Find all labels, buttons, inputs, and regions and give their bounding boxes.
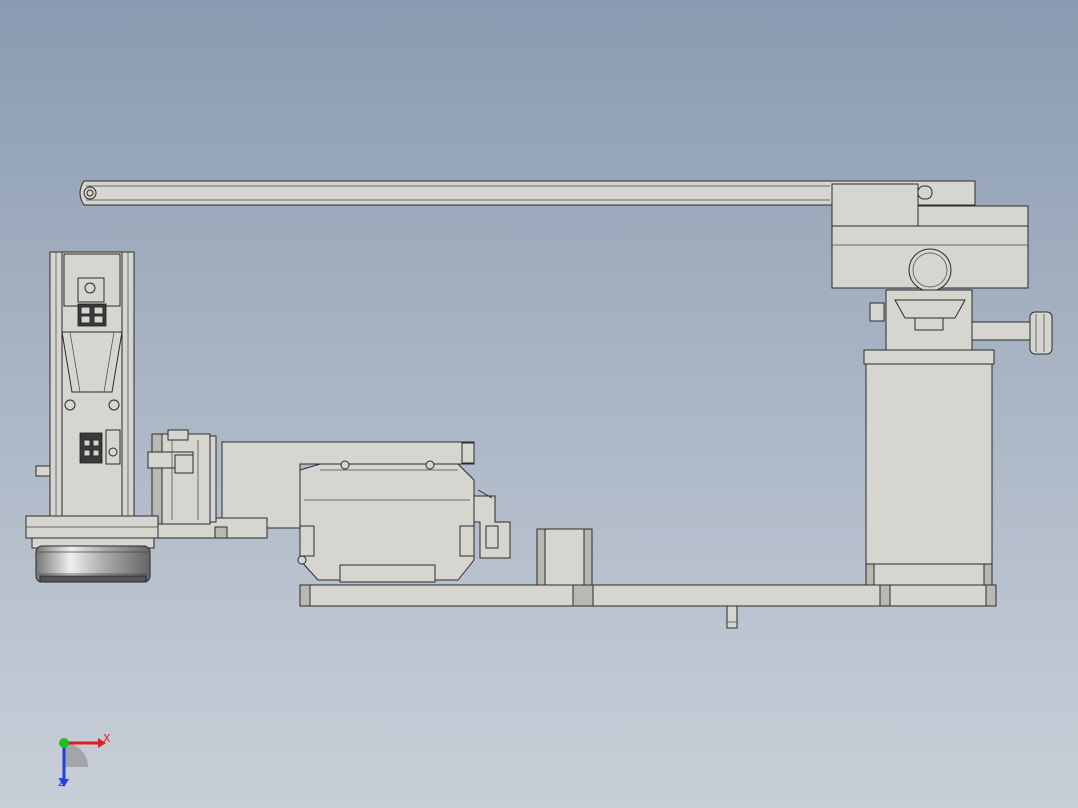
x-axis-label: X <box>103 732 111 745</box>
left-tower[interactable] <box>35 251 135 519</box>
motor-gearbox[interactable] <box>147 429 211 525</box>
model-view[interactable] <box>0 0 1078 808</box>
triad-plane-shadow <box>64 743 88 767</box>
right-column[interactable] <box>863 349 995 587</box>
center-block[interactable] <box>536 528 593 586</box>
base-plate[interactable] <box>299 584 997 629</box>
left-base[interactable] <box>25 515 159 549</box>
linear-carriage[interactable] <box>221 441 475 583</box>
z-axis-label: Z <box>58 776 66 789</box>
cad-viewport[interactable]: X Z <box>0 0 1078 808</box>
sensor-bracket[interactable] <box>473 489 511 559</box>
pulley-wheel[interactable] <box>35 545 151 583</box>
y-axis-dot <box>59 738 69 748</box>
axis-triad <box>59 738 106 787</box>
right-head-assembly[interactable] <box>831 183 1053 355</box>
